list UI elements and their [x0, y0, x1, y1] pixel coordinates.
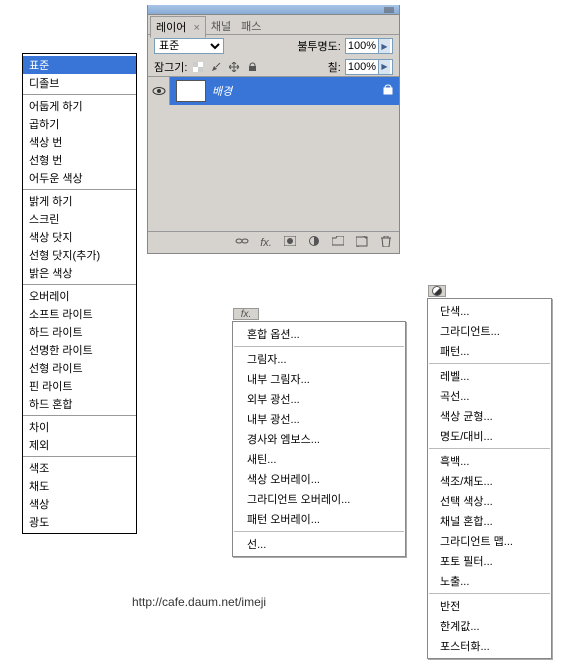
lock-all-icon[interactable]	[245, 60, 259, 74]
blend-mode-item[interactable]: 선형 닷지(추가)	[23, 246, 136, 264]
blend-mode-item[interactable]: 소프트 라이트	[23, 305, 136, 323]
fill-input[interactable]: 100% ▶	[345, 59, 393, 75]
folder-icon[interactable]	[331, 236, 345, 249]
adjustment-menu-item[interactable]: 노출...	[428, 571, 551, 591]
adjustment-menu-item[interactable]: 곡선...	[428, 386, 551, 406]
flyout-menu-icon[interactable]	[383, 6, 395, 14]
blend-mode-item[interactable]: 선명한 라이트	[23, 341, 136, 359]
fx-menu-item[interactable]: 혼합 옵션...	[233, 324, 405, 344]
adjustment-context-menu[interactable]: 단색...그라디언트...패턴... 레벨...곡선...색상 균형...명도/대…	[427, 298, 552, 659]
blend-mode-item[interactable]: 차이	[23, 418, 136, 436]
close-icon[interactable]: ×	[193, 22, 199, 34]
blend-mode-item[interactable]: 선형 라이트	[23, 359, 136, 377]
blend-mode-item[interactable]: 색상 번	[23, 133, 136, 151]
fx-menu-item[interactable]: 내부 광선...	[233, 409, 405, 429]
adjustment-menu-item[interactable]: 한계값...	[428, 616, 551, 636]
adjustment-menu-item[interactable]: 흑백...	[428, 451, 551, 471]
fx-trigger[interactable]: fx.	[233, 308, 259, 320]
blend-mode-item[interactable]: 밝은 색상	[23, 264, 136, 282]
fx-menu-item[interactable]: 외부 광선...	[233, 389, 405, 409]
blend-mode-item[interactable]: 디졸브	[23, 74, 136, 92]
fx-menu-item[interactable]: 패턴 오버레이...	[233, 509, 405, 529]
lock-paint-icon[interactable]	[209, 60, 223, 74]
adjustment-menu-item[interactable]: 선택 색상...	[428, 491, 551, 511]
opacity-label: 불투명도:	[297, 38, 341, 54]
blend-opacity-row: 표준 불투명도: 100% ▶	[148, 35, 399, 57]
fill-value: 100%	[348, 61, 376, 73]
opacity-input[interactable]: 100% ▶	[345, 38, 393, 54]
delete-icon[interactable]	[379, 236, 393, 250]
blend-mode-item[interactable]: 선형 번	[23, 151, 136, 169]
blend-mode-item[interactable]: 색상	[23, 495, 136, 513]
blend-mode-item[interactable]: 스크린	[23, 210, 136, 228]
fx-icon[interactable]: fx.	[259, 237, 273, 249]
blend-mode-item[interactable]: 어둡게 하기	[23, 97, 136, 115]
link-icon[interactable]	[235, 236, 249, 249]
lock-label: 잠그기:	[154, 59, 187, 75]
fx-menu-item[interactable]: 그라디언트 오버레이...	[233, 489, 405, 509]
blend-mode-item[interactable]: 핀 라이트	[23, 377, 136, 395]
fx-menu-item[interactable]: 내부 그림자...	[233, 369, 405, 389]
url-text: http://cafe.daum.net/imeji	[132, 595, 266, 609]
blend-mode-select[interactable]: 표준	[154, 38, 224, 54]
lock-transparent-icon[interactable]	[191, 60, 205, 74]
layer-thumbnail[interactable]	[176, 80, 206, 102]
tab-layers[interactable]: 레이어 ×	[150, 16, 206, 38]
adjustment-menu-item[interactable]: 단색...	[428, 301, 551, 321]
layer-row[interactable]: 배경	[148, 77, 399, 105]
blend-mode-item[interactable]: 채도	[23, 477, 136, 495]
adjustment-menu-item[interactable]: 레벨...	[428, 366, 551, 386]
blend-mode-item[interactable]: 곱하기	[23, 115, 136, 133]
mask-icon[interactable]	[283, 236, 297, 249]
adjustment-icon[interactable]	[307, 236, 321, 249]
tab-paths[interactable]: 패스	[236, 16, 266, 36]
blend-mode-item[interactable]: 하드 혼합	[23, 395, 136, 413]
layers-panel: 레이어 × 채널 패스 표준 불투명도: 100% ▶ 잠그기: 칠: 100%…	[147, 5, 400, 254]
adjustment-menu-item[interactable]: 그라디언트 맵...	[428, 531, 551, 551]
fx-menu-item[interactable]: 그림자...	[233, 349, 405, 369]
blend-mode-item[interactable]: 표준	[23, 56, 136, 74]
tab-label: 레이어	[156, 22, 186, 34]
blend-mode-item[interactable]: 색상 닷지	[23, 228, 136, 246]
arrow-right-icon[interactable]: ▶	[378, 60, 390, 74]
adjustment-menu-item[interactable]: 패턴...	[428, 341, 551, 361]
arrow-right-icon[interactable]: ▶	[378, 39, 390, 53]
fx-menu-item[interactable]: 색상 오버레이...	[233, 469, 405, 489]
layer-name: 배경	[212, 83, 383, 99]
blend-mode-item[interactable]: 색조	[23, 459, 136, 477]
fx-menu-item[interactable]: 선...	[233, 534, 405, 554]
adjustment-trigger[interactable]	[428, 285, 446, 297]
panel-tabs: 레이어 × 채널 패스	[148, 15, 399, 35]
adjustment-menu-item[interactable]: 색조/채도...	[428, 471, 551, 491]
visibility-icon[interactable]	[148, 77, 170, 105]
adjustment-menu-item[interactable]: 그라디언트...	[428, 321, 551, 341]
blend-mode-item[interactable]: 제외	[23, 436, 136, 454]
new-layer-icon[interactable]	[355, 236, 369, 250]
adjustment-menu-item[interactable]: 반전	[428, 596, 551, 616]
panel-title-bar[interactable]	[148, 5, 399, 15]
adjustment-menu-item[interactable]: 명도/대비...	[428, 426, 551, 446]
panel-bottom-icons: fx.	[148, 232, 399, 253]
lock-icon	[383, 84, 393, 98]
opacity-value: 100%	[348, 40, 376, 52]
fx-context-menu[interactable]: 혼합 옵션... 그림자...내부 그림자...외부 광선...내부 광선...경…	[232, 321, 406, 557]
fill-label: 칠:	[328, 59, 341, 75]
blend-mode-item[interactable]: 오버레이	[23, 287, 136, 305]
blend-mode-item[interactable]: 하드 라이트	[23, 323, 136, 341]
layers-list: 배경	[148, 77, 399, 232]
blend-mode-item[interactable]: 밝게 하기	[23, 192, 136, 210]
adjustment-menu-item[interactable]: 포스터화...	[428, 636, 551, 656]
adjustment-menu-item[interactable]: 색상 균형...	[428, 406, 551, 426]
blend-mode-item[interactable]: 광도	[23, 513, 136, 531]
fx-menu-item[interactable]: 경사와 엠보스...	[233, 429, 405, 449]
lock-move-icon[interactable]	[227, 60, 241, 74]
fx-menu-item[interactable]: 새틴...	[233, 449, 405, 469]
blend-mode-item[interactable]: 어두운 색상	[23, 169, 136, 187]
adjustment-menu-item[interactable]: 포토 필터...	[428, 551, 551, 571]
adjustment-menu-item[interactable]: 채널 혼합...	[428, 511, 551, 531]
lock-fill-row: 잠그기: 칠: 100% ▶	[148, 57, 399, 77]
blend-mode-dropdown[interactable]: 표준디졸브어둡게 하기곱하기색상 번선형 번어두운 색상밝게 하기스크린색상 닷…	[22, 53, 137, 534]
tab-channels[interactable]: 채널	[206, 16, 236, 36]
